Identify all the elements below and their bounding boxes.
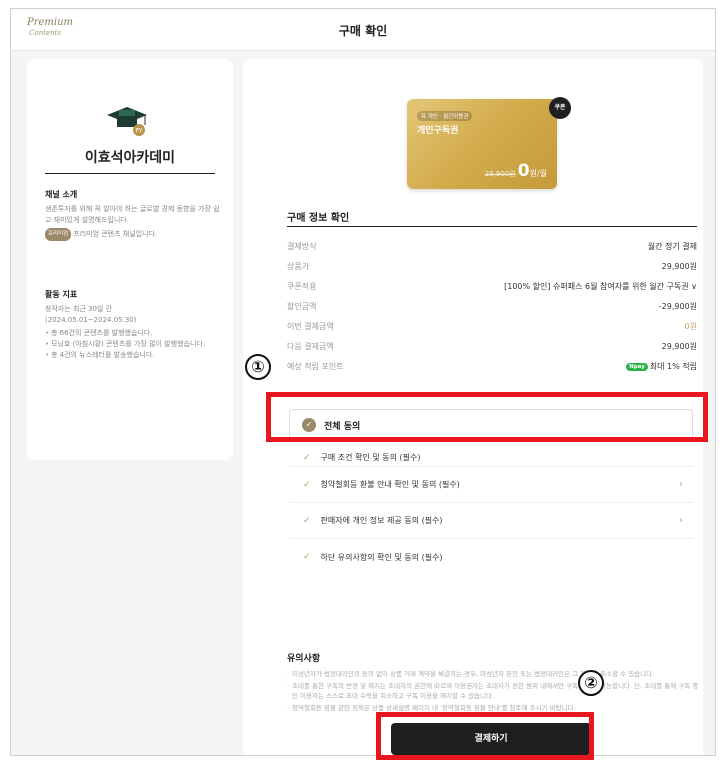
activity-section: 활동 지표 창작자는 최근 30일 간 (2024.05.01~2024.05.…: [45, 289, 221, 361]
notice-item: 미성년자가 법정대리인의 동의 없이 상품 거래 계약을 체결하는 경우, 미성…: [287, 669, 699, 679]
info-row-payment-method: 결제방식 월간 정기 결제: [287, 236, 697, 256]
channel-intro-section: 채널 소개 생존투자를 위해 꼭 알아야 하는 글로벌 경제 동향을 가장 쉽고…: [45, 189, 221, 241]
chevron-right-icon[interactable]: ›: [679, 515, 683, 526]
activity-item: 총 66건의 콘텐츠를 발행했습니다.: [45, 328, 221, 338]
original-price: 29,900원: [484, 170, 516, 178]
ticket-price: 29,900원 0원/월: [485, 161, 547, 181]
chevron-right-icon[interactable]: ›: [679, 479, 683, 490]
top-header: Premium Contents 구매 확인: [11, 9, 715, 51]
info-value: 0원: [684, 321, 697, 331]
activity-item: 모닝효 (아침시황) 콘텐츠를 가장 많이 발행했습니다.: [45, 339, 221, 349]
check-icon: ✓: [303, 515, 311, 526]
term-label: 하단 유의사항의 확인 및 동의 (필수): [320, 552, 443, 562]
info-value: -29,900원: [658, 301, 697, 311]
channel-name: 이효석아카데미: [84, 150, 176, 166]
purchase-info-title: 구매 정보 확인: [287, 213, 350, 224]
check-icon: ✓: [303, 479, 311, 490]
channel-intro-text: 생존투자를 위해 꼭 알아야 하는 글로벌 경제 동향을 가장 쉽고 재미있게 …: [45, 205, 220, 224]
check-icon: ✓: [303, 452, 311, 463]
notice-item: 초대를 통한 구독의 변경 및 해지는 초대자의 권한에 따르며 이용권자는 초…: [287, 681, 699, 701]
info-row-next-payment: 다음 결제금액 29,900원: [287, 336, 697, 356]
activity-item: 총 4건의 뉴스레터를 발송했습니다.: [45, 350, 221, 360]
activity-heading: 활동 지표: [45, 290, 78, 299]
terms-list: ✓ 구매 조건 확인 및 동의 (필수) ✓ 청약철회등 환불 안내 확인 및 …: [289, 449, 693, 575]
highlight-pay-button: [376, 712, 594, 760]
info-label: 상품가: [287, 261, 310, 271]
term-label: 구매 조건 확인 및 동의 (필수): [320, 453, 421, 462]
subscription-ticket: 유 개인 · 월간이용권 개인구독권 29,900원 0원/월: [407, 99, 557, 189]
ticket-tag: 유 개인 · 월간이용권: [417, 111, 473, 121]
info-label: 결제방식: [287, 241, 317, 251]
info-row-current-payment: 이번 결제금액 0원: [287, 316, 697, 336]
premium-note-text: 프리미엄 콘텐츠 채널입니다.: [73, 230, 158, 238]
ticket-name: 개인구독권: [417, 126, 459, 136]
highlight-agree-all: [266, 392, 708, 442]
term-refund-policy[interactable]: ✓ 청약철회등 환불 안내 확인 및 동의 (필수) ›: [289, 467, 693, 503]
term-notice-confirm[interactable]: ✓ 하단 유의사항의 확인 및 동의 (필수): [289, 539, 693, 575]
info-label: 할인금액: [287, 301, 317, 311]
info-row-points: 예상 적립 포인트 Npay 최대 1% 적립: [287, 356, 697, 376]
info-value: 29,900원: [661, 341, 697, 351]
info-value: 29,900원: [661, 261, 697, 271]
premium-channel-note: 프리미엄 프리미엄 콘텐츠 채널입니다.: [45, 228, 221, 241]
channel-intro-heading: 채널 소개: [45, 190, 78, 199]
coupon-select[interactable]: [100% 할인] 슈퍼패스 6월 참여자를 위한 월간 구독권 ∨: [504, 281, 697, 292]
term-purchase-conditions[interactable]: ✓ 구매 조건 확인 및 동의 (필수): [289, 449, 693, 467]
npay-badge: Npay: [626, 362, 648, 371]
info-label: 쿠폰적용: [287, 281, 317, 291]
final-price: 0: [517, 161, 530, 181]
activity-dates: (2024.05.01~2024.05.30): [45, 316, 137, 324]
notice-list: 미성년자가 법정대리인의 동의 없이 상품 거래 계약을 체결하는 경우, 미성…: [287, 669, 699, 715]
graduation-cap-icon: PY: [107, 107, 147, 136]
notice-title: 유의사항: [287, 654, 321, 664]
check-icon: ✓: [303, 552, 311, 562]
page-title: 구매 확인: [338, 24, 388, 38]
term-personal-info[interactable]: ✓ 판매자에 개인 정보 제공 동의 (필수) ›: [289, 503, 693, 539]
info-row-discount: 할인금액 -29,900원: [287, 296, 697, 316]
info-label: 예상 적립 포인트: [287, 361, 344, 371]
channel-divider: [45, 173, 215, 174]
info-row-coupon: 쿠폰적용 [100% 할인] 슈퍼패스 6월 참여자를 위한 월간 구독권 ∨: [287, 276, 697, 296]
info-label: 이번 결제금액: [287, 321, 334, 331]
info-value: 월간 정기 결제: [647, 241, 697, 251]
info-value: Npay 최대 1% 적립: [626, 361, 697, 372]
price-unit: 원/월: [529, 169, 547, 178]
premium-badge: 프리미엄: [45, 228, 72, 241]
info-divider: [287, 226, 697, 227]
info-row-product-price: 상품가 29,900원: [287, 256, 697, 276]
step-2-marker: ②: [578, 670, 604, 696]
purchase-info-list: 결제방식 월간 정기 결제 상품가 29,900원 쿠폰적용 [100% 할인]…: [287, 236, 697, 376]
info-label: 다음 결제금액: [287, 341, 334, 351]
activity-list: 총 66건의 콘텐츠를 발행했습니다. 모닝효 (아침시황) 콘텐츠를 가장 많…: [45, 328, 221, 360]
points-text: 최대 1% 적립: [649, 361, 697, 371]
channel-info-card: PY 이효석아카데미 채널 소개 생존투자를 위해 꼭 알아야 하는 글로벌 경…: [27, 59, 233, 460]
activity-period: 창작자는 최근 30일 간: [45, 305, 113, 313]
svg-text:PY: PY: [135, 128, 142, 135]
term-label: 판매자에 개인 정보 제공 동의 (필수): [320, 516, 443, 525]
term-label: 청약철회등 환불 안내 확인 및 동의 (필수): [320, 480, 460, 489]
coupon-badge: 쿠폰: [549, 97, 571, 119]
app-frame: Premium Contents 구매 확인 PY 이효석아카데미 채널 소개 …: [10, 8, 716, 756]
step-1-marker: ①: [245, 354, 271, 380]
